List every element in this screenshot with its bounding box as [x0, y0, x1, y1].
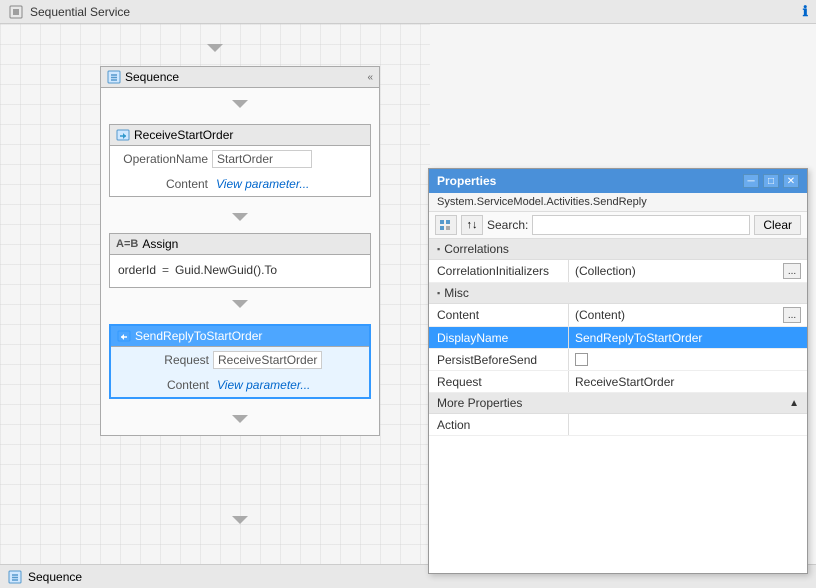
action-prop-value: [569, 414, 807, 435]
content-prop-name: Content: [429, 304, 569, 326]
inner-chevron-1: [101, 92, 379, 116]
action-row: Action: [429, 414, 807, 436]
props-sort-btn[interactable]: ↑↓: [461, 215, 483, 235]
title-bar: Sequential Service ℹ: [0, 0, 816, 24]
misc-section-header: ▪ Misc: [429, 283, 807, 304]
misc-toggle[interactable]: ▪: [437, 288, 440, 298]
request-prop-value: ReceiveStartOrder: [569, 371, 807, 392]
more-collapse-btn[interactable]: ▲: [789, 398, 799, 409]
assign-icon: A=B: [116, 238, 138, 250]
assign-expr: Guid.NewGuid().To: [175, 263, 277, 277]
bottom-chevron: [100, 508, 380, 532]
props-categorize-btn[interactable]: [435, 215, 457, 235]
persist-prop-name: PersistBeforeSend: [429, 349, 569, 370]
more-section-header: More Properties ▲: [429, 393, 807, 414]
content-value-2[interactable]: View parameter...: [213, 377, 314, 393]
props-search-input[interactable]: [532, 215, 750, 235]
content-ellipsis[interactable]: ...: [783, 307, 801, 323]
misc-label: Misc: [444, 286, 469, 300]
props-minimize-btn[interactable]: ─: [743, 174, 759, 188]
sendreply-icon: [117, 329, 131, 343]
operation-value: StartOrder: [212, 150, 312, 168]
status-sequence-label: Sequence: [28, 570, 82, 584]
props-clear-btn[interactable]: Clear: [754, 215, 801, 235]
request-prop-text: ReceiveStartOrder: [575, 375, 801, 389]
sequence-collapse[interactable]: «: [367, 72, 373, 83]
sort-icon: ↑↓: [467, 219, 478, 231]
sendreply-activity: SendReplyToStartOrder Request ReceiveSta…: [109, 324, 371, 399]
displayname-prop-text: SendReplyToStartOrder: [575, 331, 801, 345]
correlation-initializers-ellipsis[interactable]: ...: [783, 263, 801, 279]
assign-expression: orderId = Guid.NewGuid().To: [118, 259, 362, 281]
correlations-label: Correlations: [444, 242, 509, 256]
correlation-initializers-text: (Collection): [575, 264, 783, 278]
more-label: More Properties: [437, 396, 522, 410]
inner-chevron-4: [101, 407, 379, 431]
receive-content-row: Content View parameter...: [110, 172, 370, 196]
receive-activity: ReceiveStartOrder OperationName StartOrd…: [109, 124, 371, 197]
correlation-initializers-row: CorrelationInitializers (Collection) ...: [429, 260, 807, 283]
sequence-icon: [107, 70, 121, 84]
displayname-prop-value: SendReplyToStartOrder: [569, 327, 807, 348]
sendreply-request-row: Request ReceiveStartOrder: [111, 347, 369, 373]
sendreply-header: SendReplyToStartOrder: [111, 326, 369, 347]
props-table: ▪ Correlations CorrelationInitializers (…: [429, 239, 807, 573]
receive-name: ReceiveStartOrder: [134, 128, 233, 142]
props-controls: ─ □ ✕: [743, 174, 799, 188]
receive-activity-header: ReceiveStartOrder: [110, 125, 370, 146]
properties-panel: Properties ─ □ ✕ System.ServiceModel.Act…: [428, 168, 808, 574]
request-prop-name: Request: [429, 371, 569, 392]
sequence-header: Sequence «: [101, 67, 379, 88]
persist-row: PersistBeforeSend: [429, 349, 807, 371]
props-close-btn[interactable]: ✕: [783, 174, 799, 188]
title-text: Sequential Service: [30, 5, 130, 19]
receive-operation-row: OperationName StartOrder: [110, 146, 370, 172]
assign-activity: A=B Assign orderId = Guid.NewGuid().To: [109, 233, 371, 288]
request-value: ReceiveStartOrder: [213, 351, 322, 369]
assign-var: orderId: [118, 263, 156, 277]
assign-header: A=B Assign: [110, 234, 370, 255]
correlation-initializers-name: CorrelationInitializers: [429, 260, 569, 282]
correlations-toggle[interactable]: ▪: [437, 244, 440, 254]
action-prop-name: Action: [429, 414, 569, 435]
displayname-row[interactable]: DisplayName SendReplyToStartOrder: [429, 327, 807, 349]
props-title-bar: Properties ─ □ ✕: [429, 169, 807, 193]
sendreply-name: SendReplyToStartOrder: [135, 329, 262, 343]
correlation-initializers-value: (Collection) ...: [569, 260, 807, 282]
sendreply-content-row: Content View parameter...: [111, 373, 369, 397]
request-label: Request: [119, 353, 209, 367]
content-label-1: Content: [118, 177, 208, 191]
warning-icon: ℹ: [803, 3, 808, 20]
correlations-section-header: ▪ Correlations: [429, 239, 807, 260]
sequence-container: Sequence « ReceiveStartOrder Operation: [100, 66, 380, 436]
props-subtitle: System.ServiceModel.Activities.SendReply: [429, 193, 807, 212]
props-title: Properties: [437, 174, 496, 188]
sequence-label: Sequence: [125, 70, 179, 84]
sequential-service-icon: [8, 4, 24, 20]
canvas-area: Sequential Service ℹ Sequence «: [0, 0, 816, 588]
receive-icon: [116, 128, 130, 142]
designer-canvas: Sequence « ReceiveStartOrder Operation: [0, 24, 430, 564]
persist-prop-value: [569, 349, 807, 370]
inner-chevron-3: [101, 292, 379, 316]
operation-label: OperationName: [118, 152, 208, 166]
props-search-label: Search:: [487, 218, 528, 232]
content-prop-text: (Content): [575, 308, 783, 322]
inner-chevron-2: [101, 205, 379, 229]
content-prop-value: (Content) ...: [569, 304, 807, 326]
displayname-prop-name: DisplayName: [429, 327, 569, 348]
request-row: Request ReceiveStartOrder: [429, 371, 807, 393]
persist-checkbox[interactable]: [575, 353, 588, 366]
top-chevron: [0, 36, 430, 60]
props-toolbar: ↑↓ Search: Clear: [429, 212, 807, 239]
status-sequence-icon: [8, 570, 22, 584]
assign-eq: =: [162, 263, 169, 277]
content-label-2: Content: [119, 378, 209, 392]
content-row: Content (Content) ...: [429, 304, 807, 327]
content-value-1[interactable]: View parameter...: [212, 176, 313, 192]
props-maximize-btn[interactable]: □: [763, 174, 779, 188]
assign-label: Assign: [142, 237, 178, 251]
